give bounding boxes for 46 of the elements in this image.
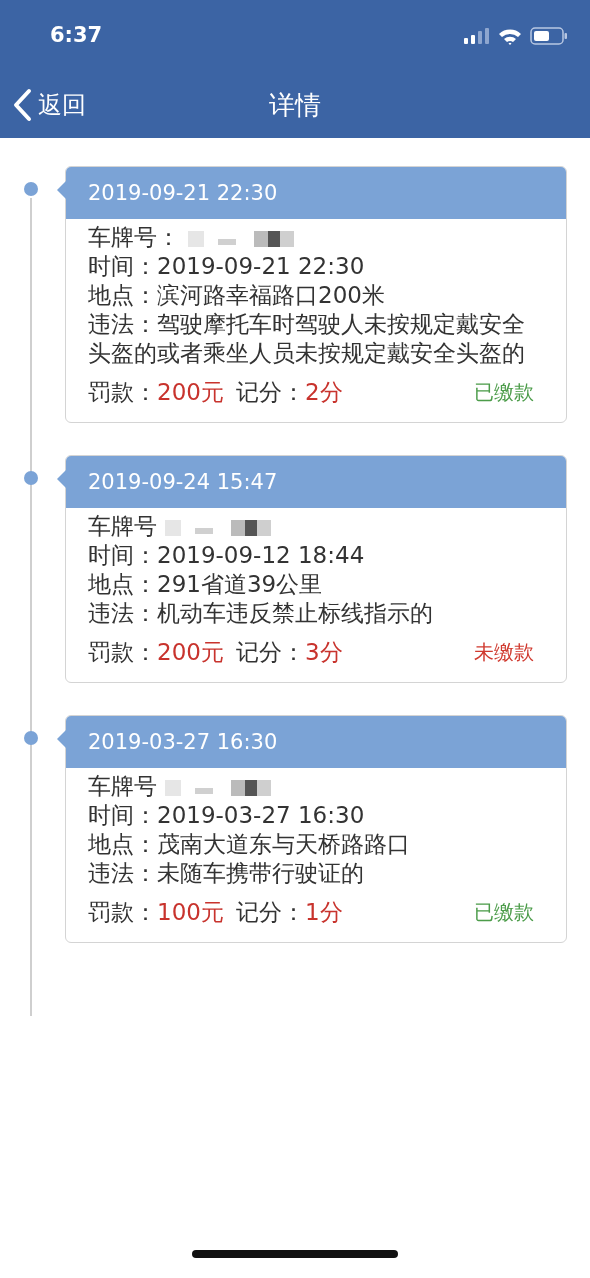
place-value: 291省道39公里 [157,570,323,599]
signal-icon [464,28,490,44]
violation-text: 违法：未随车携带行驶证的 [88,859,365,888]
place-value: 滨河路幸福路口200米 [157,281,385,310]
payment-status: 已缴款 [474,898,534,926]
fine-label: 罚款： [88,897,157,927]
place-value: 茂南大道东与天桥路路口 [157,830,410,859]
points-label: 记分： [235,377,305,407]
fine-amount: 200元 [157,377,224,407]
wifi-icon [498,27,522,45]
plate-label: 车牌号： [88,223,180,252]
timeline-dot [24,471,38,485]
points-value: 1分 [304,897,343,927]
time-value: 2019-09-12 18:44 [157,541,365,570]
place-label: 地点： [88,830,157,859]
record-date: 2019-09-21 22:30 [88,181,278,205]
time-label: 时间： [88,252,157,281]
timeline-dot [24,182,38,196]
record-date: 2019-03-27 16:30 [88,730,278,754]
status-time: 6:37 [50,23,103,47]
place-label: 地点： [88,281,157,310]
record-date: 2019-09-24 15:47 [88,470,278,494]
back-button[interactable]: 返回 [0,88,86,122]
timeline-dot [24,731,38,745]
time-label: 时间： [88,801,157,830]
time-value: 2019-03-27 16:30 [157,801,365,830]
fine-amount: 200元 [157,637,224,667]
violation-text: 违法：机动车违反禁止标线指示的 [88,599,434,628]
time-label: 时间： [88,541,157,570]
plate-label: 车牌号 [88,772,157,801]
place-label: 地点： [88,570,157,599]
time-value: 2019-09-21 22:30 [157,252,365,281]
violation-text: 违法：驾驶摩托车时驾驶人未按规定戴安全头盔的或者乘坐人员未按规定戴安全头盔的 [88,310,526,368]
points-value: 2分 [304,377,343,407]
fine-label: 罚款： [88,377,157,407]
page-title: 详情 [269,88,321,122]
points-value: 3分 [304,637,343,667]
points-label: 记分： [235,637,305,667]
points-label: 记分： [235,897,305,927]
plate-label: 车牌号 [88,512,157,541]
battery-icon [530,27,568,45]
back-icon [12,88,32,122]
payment-status: 已缴款 [474,378,534,406]
fine-label: 罚款： [88,637,157,667]
fine-amount: 100元 [157,897,224,927]
payment-status: 未缴款 [474,638,534,666]
